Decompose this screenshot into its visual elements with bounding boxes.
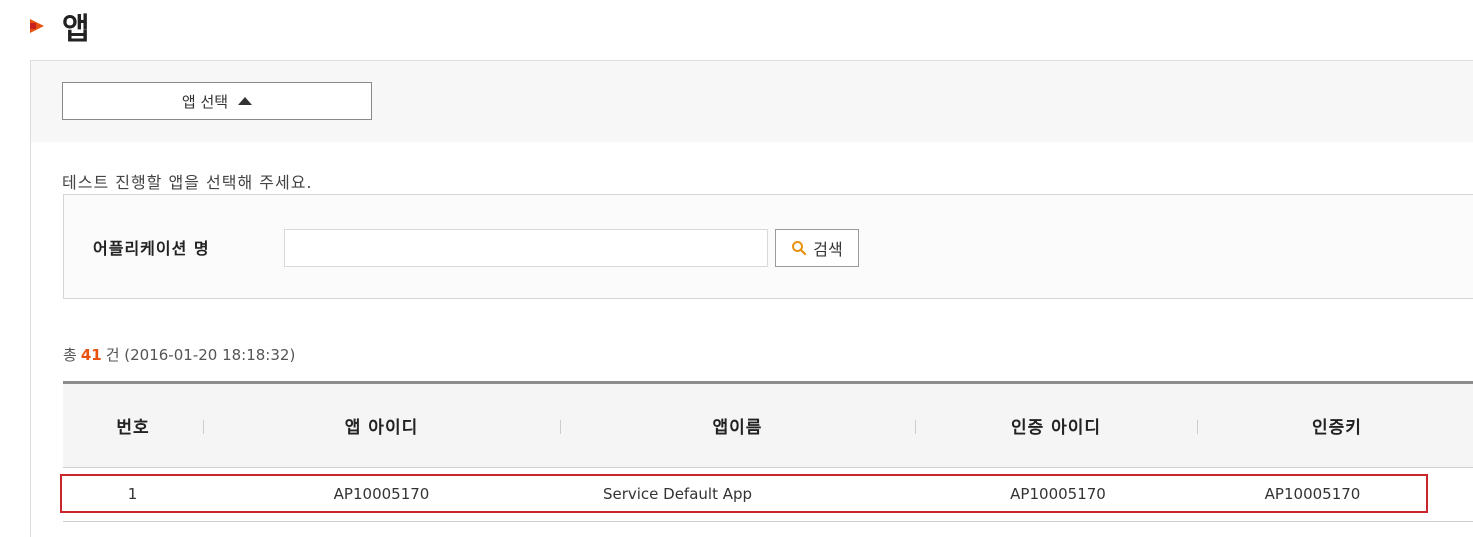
content-panel: 앱 선택 테스트 진행할 앱을 선택해 주세요. 어플리케이션 명 검색 총 41… xyxy=(30,60,1473,537)
result-count: 총 41 건 (2016-01-20 18:18:32) xyxy=(63,344,295,365)
search-icon xyxy=(792,241,807,256)
page-title-text: 앱 xyxy=(62,12,91,47)
result-count-number: 41 xyxy=(80,346,102,364)
search-button-label: 검색 xyxy=(813,240,843,259)
table-header: 번호 앱 아이디 앱이름 인증 아이디 인증키 xyxy=(63,384,1473,468)
cell-number: 1 xyxy=(127,484,138,503)
column-header-auth-id: 인증 아이디 xyxy=(1010,418,1102,438)
column-header-auth-key: 인증키 xyxy=(1312,418,1362,438)
result-prefix: 총 xyxy=(63,346,77,364)
cell-auth-id: AP10005170 xyxy=(1010,484,1106,503)
caret-up-icon xyxy=(238,97,253,105)
app-select-label: 앱 선택 xyxy=(181,92,229,111)
column-header-number: 번호 xyxy=(116,418,150,438)
app-name-search-input[interactable] xyxy=(284,229,768,267)
table-bottom-border xyxy=(63,521,1473,522)
instruction-text: 테스트 진행할 앱을 선택해 주세요. xyxy=(62,173,313,192)
page-title: 앱 xyxy=(30,6,91,47)
table-row[interactable]: 1 AP10005170 Service Default App AP10005… xyxy=(60,474,1428,513)
cell-app-name: Service Default App xyxy=(602,484,753,503)
search-label: 어플리케이션 명 xyxy=(93,239,210,258)
app-select-button[interactable]: 앱 선택 xyxy=(62,82,372,120)
search-button[interactable]: 검색 xyxy=(775,229,859,267)
column-header-app-id: 앱 아이디 xyxy=(344,418,419,438)
column-header-app-name: 앱이름 xyxy=(712,418,763,438)
search-box: 어플리케이션 명 검색 xyxy=(63,194,1473,299)
result-suffix: 건 xyxy=(105,346,120,364)
app-select-bar: 앱 선택 xyxy=(31,61,1473,142)
cell-auth-key: AP10005170 xyxy=(1264,484,1361,503)
title-marker-icon xyxy=(30,19,44,33)
result-timestamp: (2016-01-20 18:18:32) xyxy=(124,346,296,364)
